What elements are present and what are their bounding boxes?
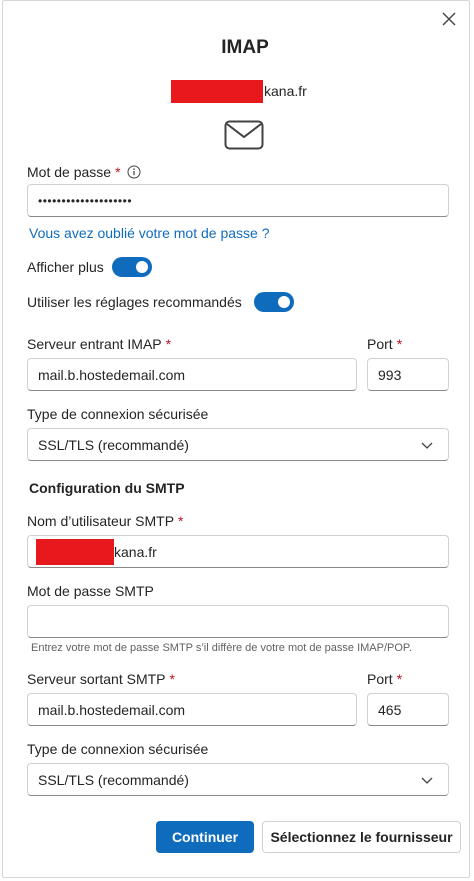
smtp-username-suffix: kana.fr xyxy=(114,543,157,560)
envelope-icon xyxy=(224,120,264,150)
incoming-port-label-row: Port * xyxy=(367,336,402,352)
password-label: Mot de passe xyxy=(27,164,112,180)
outgoing-server-label-row: Serveur sortant SMTP * xyxy=(27,671,175,687)
recommended-settings-label: Utiliser les réglages recommandés xyxy=(27,294,242,310)
required-mark: * xyxy=(115,164,121,180)
incoming-server-value: mail.b.hostedemail.com xyxy=(38,366,186,383)
smtp-password-hint: Entrez votre mot de passe SMTP s’il diff… xyxy=(31,642,412,654)
show-more-toggle[interactable] xyxy=(111,257,152,277)
required-mark: * xyxy=(396,671,403,687)
smtp-section-title: Configuration du SMTP xyxy=(29,480,185,496)
smtp-password-label: Mot de passe SMTP xyxy=(27,583,154,599)
recommended-settings-row: Utiliser les réglages recommandés xyxy=(27,292,294,312)
show-more-row: Afficher plus xyxy=(27,257,152,277)
outgoing-server-label: Serveur sortant SMTP xyxy=(27,671,166,687)
outgoing-port-value: 465 xyxy=(378,701,402,718)
outgoing-port-input[interactable]: 465 xyxy=(367,693,449,726)
incoming-port-input[interactable]: 993 xyxy=(367,358,449,391)
incoming-server-label-row: Serveur entrant IMAP * xyxy=(27,336,171,352)
dialog-title: IMAP xyxy=(221,37,269,58)
outgoing-security-label: Type de connexion sécurisée xyxy=(27,741,209,757)
password-value: •••••••••••••••••••• xyxy=(38,193,133,208)
password-input[interactable]: •••••••••••••••••••• xyxy=(27,184,449,217)
outgoing-security-select[interactable]: SSL/TLS (recommandé) xyxy=(27,763,449,796)
select-provider-button[interactable]: Sélectionnez le fournisseur xyxy=(262,821,461,853)
required-mark: * xyxy=(169,671,175,687)
info-icon[interactable] xyxy=(127,165,141,179)
incoming-port-label: Port xyxy=(367,336,393,352)
incoming-security-value: SSL/TLS (recommandé) xyxy=(38,436,189,453)
required-mark: * xyxy=(165,336,172,352)
incoming-security-select[interactable]: SSL/TLS (recommandé) xyxy=(27,428,449,461)
redacted-block xyxy=(36,538,114,565)
continue-button[interactable]: Continuer xyxy=(156,821,254,853)
close-icon xyxy=(442,12,456,26)
redacted-block xyxy=(171,79,263,103)
incoming-security-label: Type de connexion sécurisée xyxy=(27,406,209,422)
outgoing-server-value: mail.b.hostedemail.com xyxy=(38,701,186,718)
required-mark: * xyxy=(396,336,403,352)
chevron-down-icon xyxy=(421,442,433,449)
password-label-row: Mot de passe * xyxy=(27,164,141,180)
smtp-password-input[interactable] xyxy=(27,605,449,638)
smtp-username-label-row: Nom d’utilisateur SMTP * xyxy=(27,513,184,529)
recommended-settings-toggle[interactable] xyxy=(253,292,294,312)
chevron-down-icon xyxy=(421,777,433,784)
forgot-password-link[interactable]: Vous avez oublié votre mot de passe ? xyxy=(29,225,269,241)
outgoing-server-input[interactable]: mail.b.hostedemail.com xyxy=(27,693,357,726)
smtp-username-input[interactable]: kana.fr xyxy=(27,535,449,568)
outgoing-port-label: Port xyxy=(367,671,393,687)
incoming-port-value: 993 xyxy=(378,366,402,383)
outgoing-port-label-row: Port * xyxy=(367,671,402,687)
imap-settings-dialog: IMAP kana.fr Mot de passe * ••••••••••••… xyxy=(2,0,470,878)
account-email: kana.fr xyxy=(171,79,307,103)
required-mark: * xyxy=(178,513,184,529)
show-more-label: Afficher plus xyxy=(27,259,104,275)
incoming-server-input[interactable]: mail.b.hostedemail.com xyxy=(27,358,357,391)
smtp-username-label: Nom d’utilisateur SMTP xyxy=(27,513,175,529)
outgoing-security-value: SSL/TLS (recommandé) xyxy=(38,771,189,788)
email-suffix: kana.fr xyxy=(264,83,307,99)
incoming-server-label: Serveur entrant IMAP xyxy=(27,336,162,352)
close-button[interactable] xyxy=(437,7,461,31)
toggle-knob xyxy=(277,296,290,308)
toggle-knob xyxy=(135,261,148,273)
